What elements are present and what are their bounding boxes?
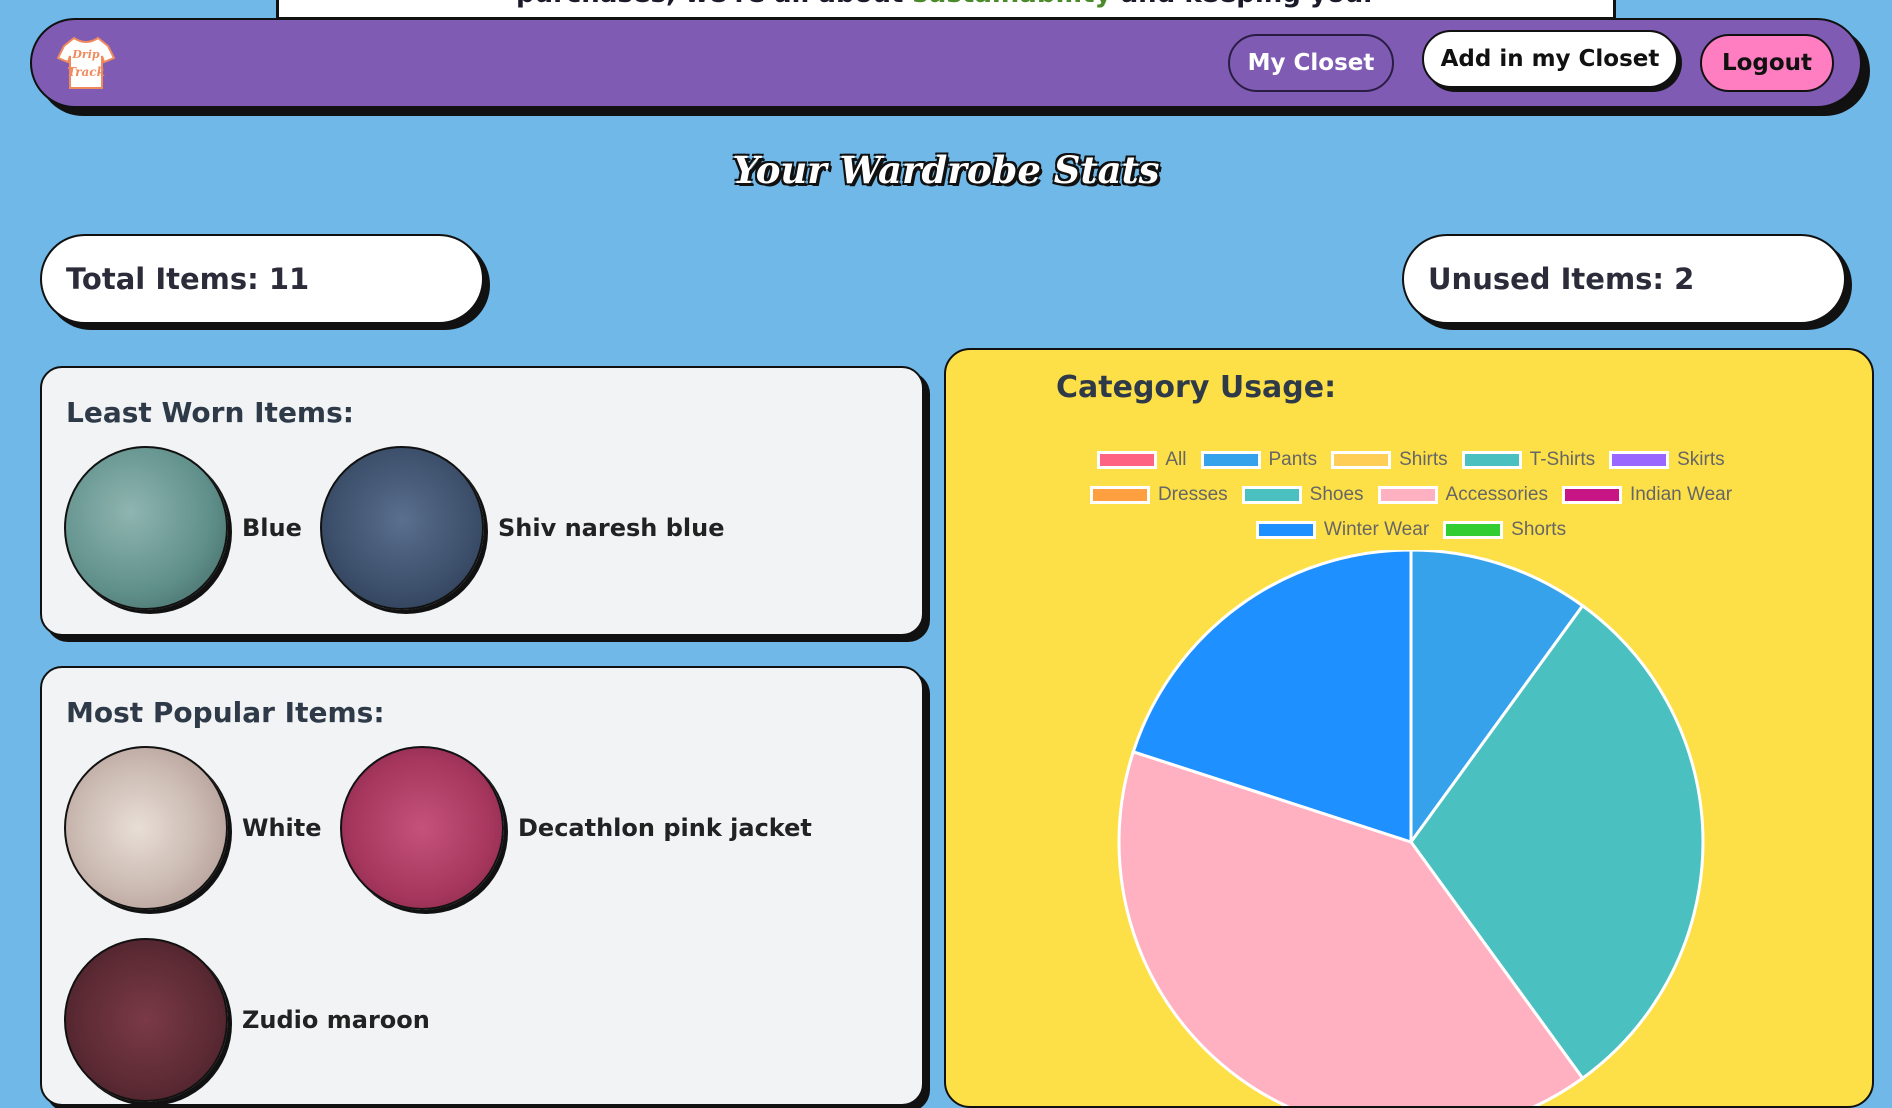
svg-text:Drip: Drip <box>71 48 100 61</box>
chart-title: Category Usage: <box>1056 370 1337 405</box>
item-label: Blue <box>242 514 302 542</box>
legend-label: Pants <box>1268 448 1318 470</box>
legend-item[interactable]: Skirts <box>1609 449 1725 471</box>
legend-label: T-Shirts <box>1529 448 1596 470</box>
legend-item[interactable]: Shoes <box>1241 483 1364 506</box>
unused-items-stat: Unused Items: 2 <box>1402 234 1846 324</box>
legend-label: Shorts <box>1511 518 1567 540</box>
legend-swatch <box>1200 450 1261 469</box>
legend-swatch <box>1241 485 1302 504</box>
banner-text: purchases, we're all about <box>516 0 912 9</box>
banner-text-end: and keeping your <box>1112 0 1376 9</box>
logout-button[interactable]: Logout <box>1700 34 1834 92</box>
legend-item[interactable]: Pants <box>1200 448 1318 471</box>
most-popular-heading: Most Popular Items: <box>66 696 385 729</box>
total-items-stat: Total Items: 11 <box>40 234 484 324</box>
legend-label: All <box>1165 448 1187 470</box>
item-label: White <box>242 814 322 842</box>
item-photo <box>320 446 484 610</box>
legend-swatch <box>1255 520 1316 539</box>
legend-swatch <box>1377 485 1438 504</box>
category-usage-panel: Category Usage: All Pants Shirts T-Shirts Sk… <box>944 348 1874 1108</box>
legend-label: Winter Wear <box>1323 518 1430 540</box>
item-label: Decathlon pink jacket <box>518 814 812 842</box>
legend-label: Indian Wear <box>1629 483 1733 505</box>
page-title: Your Wardrobe Stats <box>732 148 1160 192</box>
popular-item[interactable]: Zudio maroon <box>64 938 430 1102</box>
legend-label: Accessories <box>1445 483 1548 505</box>
least-worn-item[interactable]: Blue <box>64 446 302 610</box>
legend-item[interactable]: Dresses <box>1089 483 1228 506</box>
navbar: Drip Track My Closet Add in my Closet Lo… <box>30 18 1862 108</box>
legend-item[interactable]: Indian Wear <box>1561 483 1733 506</box>
tshirt-logo-icon: Drip Track <box>56 36 116 89</box>
item-photo <box>64 446 228 610</box>
least-worn-heading: Least Worn Items: <box>66 396 354 429</box>
least-worn-item[interactable]: Shiv naresh blue <box>320 446 725 610</box>
most-popular-panel: Most Popular Items: White Decathlon pink… <box>40 666 924 1106</box>
legend-label: Shirts <box>1399 448 1448 470</box>
legend-swatch <box>1561 485 1622 504</box>
least-worn-panel: Least Worn Items: Blue Shiv naresh blue <box>40 366 924 636</box>
legend-swatch <box>1097 450 1158 469</box>
svg-text:Track: Track <box>67 65 105 79</box>
legend-item[interactable]: Accessories <box>1377 483 1548 506</box>
legend-item[interactable]: Winter Wear <box>1255 518 1430 541</box>
item-photo <box>64 938 228 1102</box>
legend-item[interactable]: Shirts <box>1331 449 1448 471</box>
item-photo <box>340 746 504 910</box>
item-label: Zudio maroon <box>242 1006 430 1034</box>
background-banner: purchases, we're all about sustainabilit… <box>276 0 1616 20</box>
legend-item[interactable]: T-Shirts <box>1461 448 1596 471</box>
popular-item[interactable]: Decathlon pink jacket <box>340 746 812 910</box>
legend-label: Dresses <box>1157 483 1228 505</box>
popular-item[interactable]: White <box>64 746 322 910</box>
legend-label: Skirts <box>1677 448 1725 470</box>
pie-chart <box>1117 548 1705 1106</box>
legend-swatch <box>1089 485 1150 504</box>
legend-swatch <box>1461 450 1522 469</box>
item-label: Shiv naresh blue <box>498 514 725 542</box>
my-closet-button[interactable]: My Closet <box>1228 34 1394 92</box>
chart-legend: All Pants Shirts T-Shirts Skirts Dresses Shoe… <box>946 442 1872 547</box>
logo[interactable]: Drip Track <box>56 34 116 92</box>
legend-swatch <box>1443 520 1504 539</box>
legend-item[interactable]: All <box>1097 448 1187 471</box>
legend-item[interactable]: Shorts <box>1443 519 1566 541</box>
banner-accent: sustainability <box>912 0 1111 9</box>
add-in-closet-button[interactable]: Add in my Closet <box>1422 30 1678 88</box>
legend-swatch <box>1609 450 1670 469</box>
item-photo <box>64 746 228 910</box>
legend-label: Shoes <box>1309 483 1364 505</box>
legend-swatch <box>1331 450 1392 469</box>
